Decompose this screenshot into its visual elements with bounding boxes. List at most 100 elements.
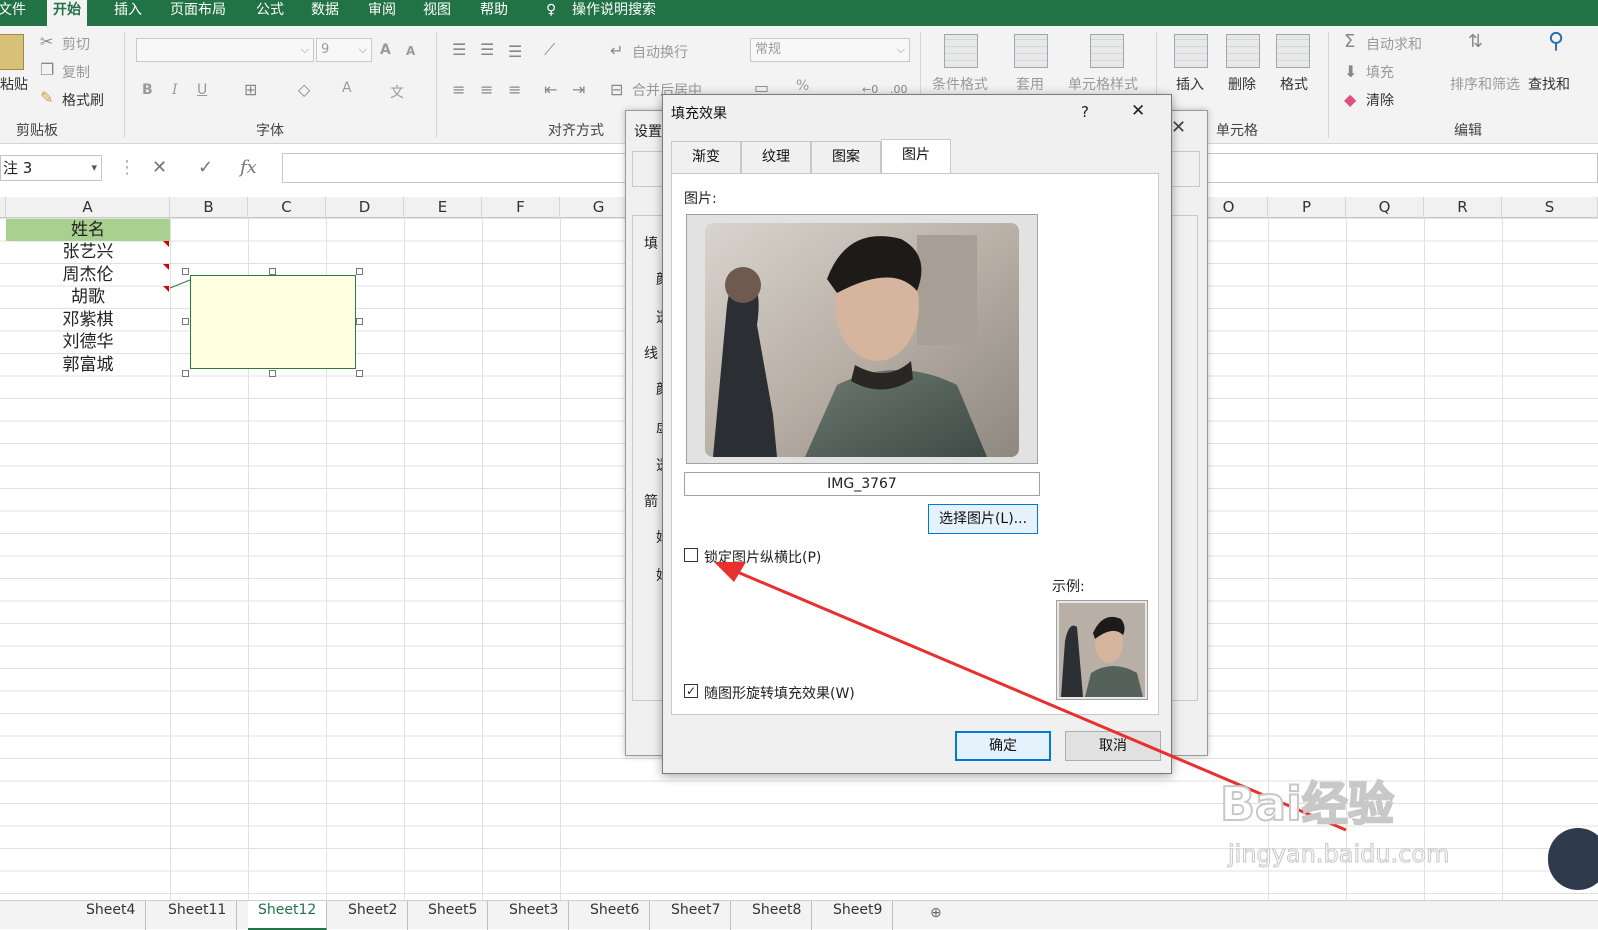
table-row[interactable]: 邓紫棋	[6, 309, 170, 331]
delete-cells-button[interactable]: 删除	[1228, 74, 1256, 94]
resize-handle[interactable]	[356, 318, 363, 325]
fill-color-icon[interactable]: ◇	[298, 82, 310, 98]
resize-handle[interactable]	[356, 268, 363, 275]
insert-cells-button[interactable]: 插入	[1176, 74, 1204, 94]
borders-icon[interactable]: ⊞	[244, 82, 257, 98]
table-row[interactable]: 郭富城	[6, 354, 170, 376]
tab-formulas[interactable]: 公式	[250, 0, 290, 26]
sort-filter-button[interactable]: 排序和筛选	[1450, 74, 1520, 94]
find-select-button[interactable]: 查找和	[1528, 74, 1570, 94]
sheet-tab[interactable]: Sheet11	[158, 901, 238, 930]
align-middle-icon[interactable]: ☰	[480, 42, 494, 58]
tab-review[interactable]: 审阅	[362, 0, 402, 26]
tab-pattern[interactable]: 图案	[811, 141, 881, 173]
tell-me-search[interactable]: 操作说明搜索	[566, 0, 662, 26]
table-row[interactable]: 胡歌	[6, 286, 170, 308]
shrink-font-button[interactable]: A	[406, 44, 415, 58]
table-row[interactable]: 刘德华	[6, 331, 170, 353]
align-top-icon[interactable]: ☰	[452, 42, 466, 58]
tab-home[interactable]: 开始	[47, 0, 87, 28]
rotate-with-shape-checkbox[interactable]: ✓	[684, 684, 698, 698]
bold-button[interactable]: B	[142, 82, 153, 98]
align-bottom-icon[interactable]: ☰	[508, 44, 522, 60]
tab-data[interactable]: 数据	[305, 0, 345, 26]
table-row[interactable]: 张艺兴	[6, 241, 170, 263]
close-icon[interactable]: ✕	[1171, 117, 1186, 138]
enter-entry-icon[interactable]: ✓	[198, 157, 213, 178]
column-header-q[interactable]: Q	[1346, 197, 1424, 218]
align-left-icon[interactable]: ≡	[452, 82, 465, 98]
resize-handle[interactable]	[269, 370, 276, 377]
tab-file[interactable]: 文件	[0, 0, 32, 26]
cancel-button[interactable]: 取消	[1065, 731, 1161, 761]
copy-button[interactable]: 复制	[62, 62, 90, 82]
autosum-button[interactable]: 自动求和	[1366, 34, 1422, 54]
resize-handle[interactable]	[356, 370, 363, 377]
lock-aspect-checkbox[interactable]	[684, 548, 698, 562]
phonetic-button[interactable]: 文	[390, 82, 404, 102]
resize-handle[interactable]	[182, 268, 189, 275]
tab-gradient[interactable]: 渐变	[671, 141, 741, 173]
rotate-with-shape-label[interactable]: 随图形旋转填充效果(W)	[704, 683, 855, 703]
sheet-tab-active[interactable]: Sheet12	[248, 901, 328, 930]
resize-handle[interactable]	[182, 370, 189, 377]
cell-styles-button[interactable]: 单元格样式	[1068, 74, 1138, 94]
table-row[interactable]: 周杰伦	[6, 264, 170, 286]
column-header-b[interactable]: B	[170, 197, 248, 218]
sheet-tab[interactable]: Sheet5	[418, 901, 489, 930]
percent-button[interactable]: %	[796, 78, 809, 94]
tab-view[interactable]: 视图	[417, 0, 457, 26]
font-name-combo[interactable]: ⌵	[136, 38, 314, 62]
format-painter-button[interactable]: 格式刷	[62, 90, 104, 110]
select-picture-button[interactable]: 选择图片(L)...	[928, 504, 1038, 534]
align-right-icon[interactable]: ≡	[508, 82, 521, 98]
column-header-d[interactable]: D	[326, 197, 404, 218]
comment-box[interactable]	[190, 275, 356, 369]
format-as-table-button[interactable]: 套用	[1016, 74, 1044, 94]
align-center-icon[interactable]: ≡	[480, 82, 493, 98]
cell-a1-header[interactable]: 姓名	[6, 219, 170, 241]
font-color-button[interactable]: A	[342, 80, 352, 96]
sheet-tab[interactable]: Sheet2	[338, 901, 409, 930]
sheet-tab[interactable]: Sheet6	[580, 901, 651, 930]
font-size-combo[interactable]: 9 ⌵	[316, 38, 372, 62]
fill-button[interactable]: 填充	[1366, 62, 1394, 82]
paste-icon[interactable]	[0, 34, 24, 70]
tab-insert[interactable]: 插入	[108, 0, 148, 26]
sheet-tab[interactable]: Sheet4	[76, 901, 147, 930]
resize-handle[interactable]	[182, 318, 189, 325]
close-icon[interactable]: ✕	[1131, 101, 1145, 121]
sheet-tab[interactable]: Sheet3	[499, 901, 570, 930]
cancel-entry-icon[interactable]: ✕	[152, 157, 167, 178]
format-cells-button[interactable]: 格式	[1280, 74, 1308, 94]
lock-aspect-label[interactable]: 锁定图片纵横比(P)	[704, 547, 821, 567]
paste-button[interactable]: 粘贴	[0, 74, 28, 94]
sheet-tab[interactable]: Sheet7	[661, 901, 732, 930]
conditional-format-button[interactable]: 条件格式	[932, 74, 988, 94]
column-header-e[interactable]: E	[404, 197, 482, 218]
clear-button[interactable]: 清除	[1366, 90, 1394, 110]
tab-page-layout[interactable]: 页面布局	[164, 0, 232, 26]
column-header-p[interactable]: P	[1268, 197, 1346, 218]
column-header-s[interactable]: S	[1502, 197, 1598, 218]
resize-handle[interactable]	[269, 268, 276, 275]
orientation-icon[interactable]: ⟋	[544, 42, 555, 58]
name-box[interactable]: 注 3 ▾	[0, 155, 102, 181]
ok-button[interactable]: 确定	[955, 731, 1051, 761]
column-header-f[interactable]: F	[482, 197, 560, 218]
decrease-indent-icon[interactable]: ⇤	[544, 82, 557, 98]
help-button[interactable]: ?	[1081, 103, 1089, 121]
add-sheet-icon[interactable]: ⊕	[930, 905, 942, 921]
number-format-combo[interactable]: 常规 ⌵	[750, 38, 910, 62]
column-header-a[interactable]: A	[6, 197, 170, 218]
wrap-text-button[interactable]: 自动换行	[632, 42, 688, 62]
tab-help[interactable]: 帮助	[474, 0, 514, 26]
increase-indent-icon[interactable]: ⇥	[572, 82, 585, 98]
column-header-r[interactable]: R	[1424, 197, 1502, 218]
underline-button[interactable]: U	[197, 82, 207, 98]
italic-button[interactable]: I	[172, 82, 178, 98]
tab-texture[interactable]: 纹理	[741, 141, 811, 173]
insert-function-icon[interactable]: fx	[240, 157, 257, 178]
sheet-tab[interactable]: Sheet8	[742, 901, 813, 930]
sheet-tab[interactable]: Sheet9	[823, 901, 894, 930]
